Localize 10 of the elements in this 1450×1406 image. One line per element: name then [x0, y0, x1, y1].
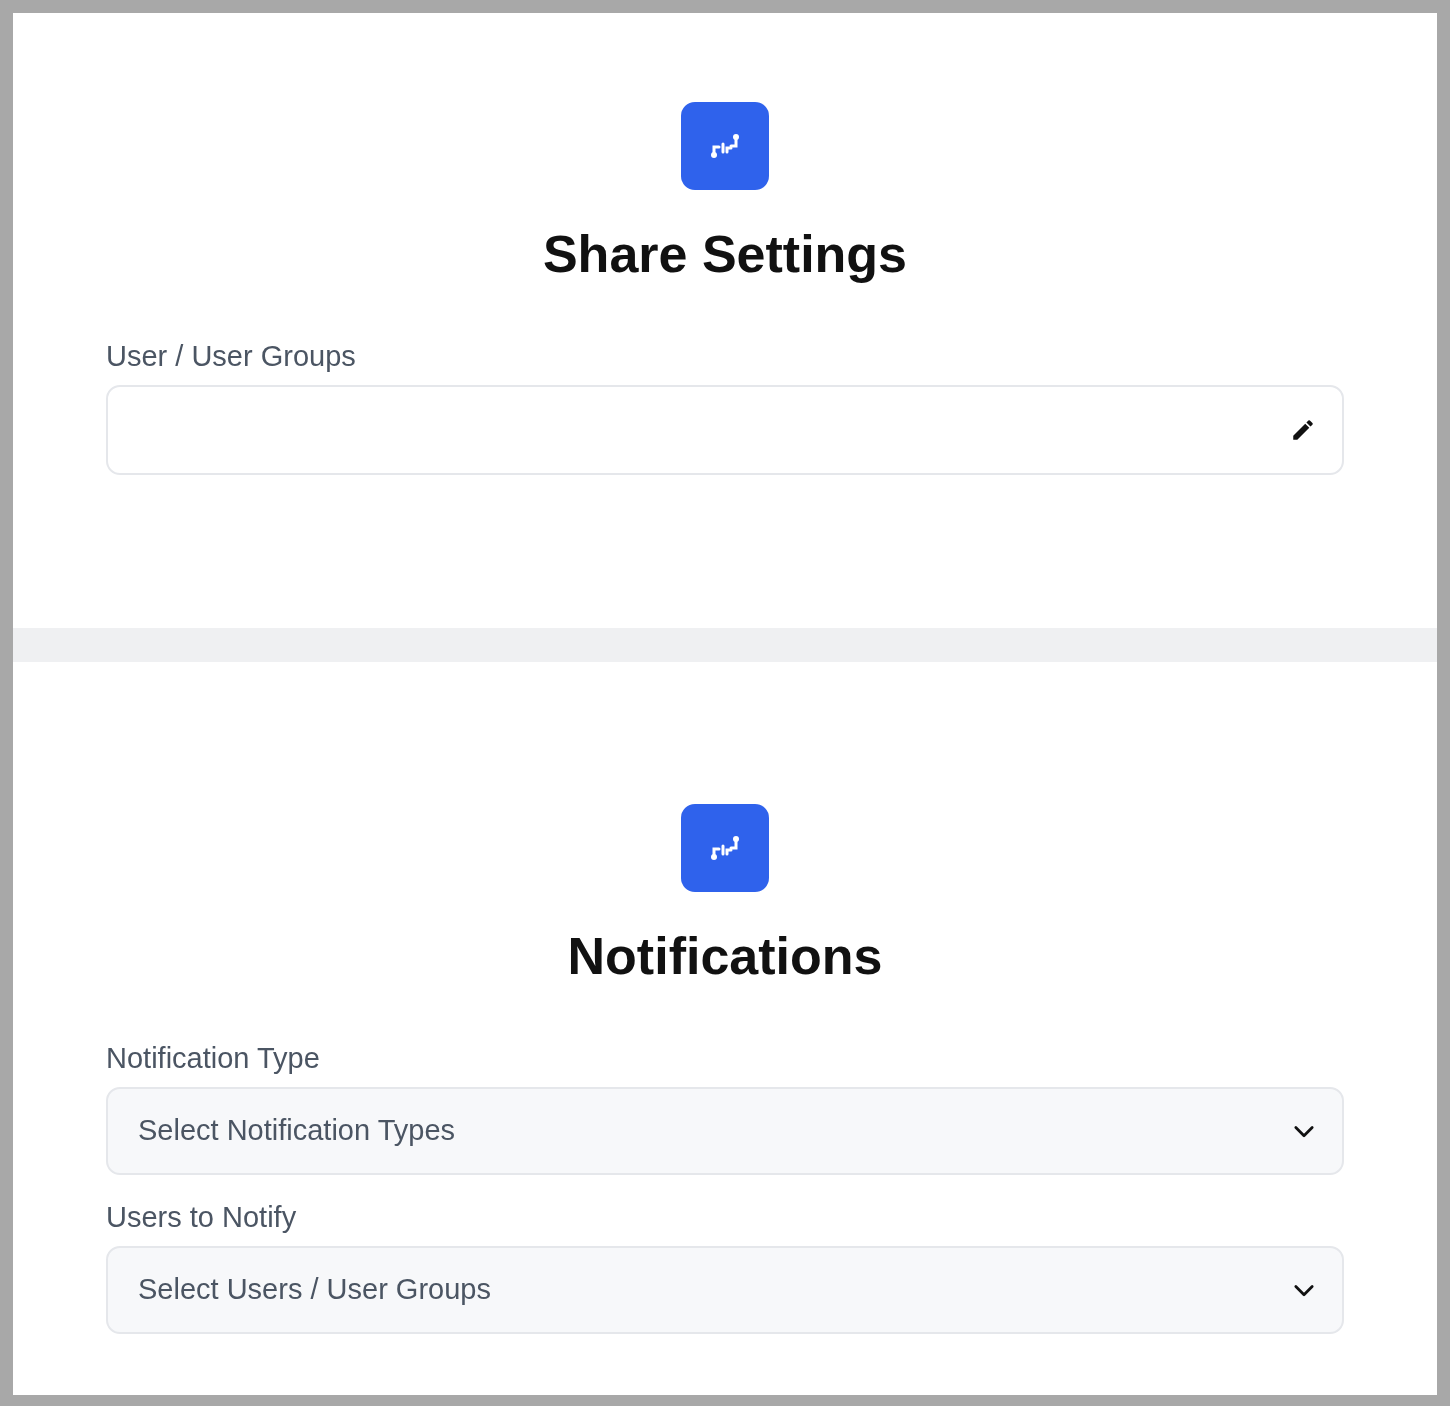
section-title: Notifications [567, 930, 883, 982]
route-icon [681, 804, 769, 892]
field-label: Notification Type [106, 1044, 321, 1073]
select-field[interactable]: Select Users / User Groups [106, 1246, 1344, 1334]
select-field[interactable]: Select Notification Types [106, 1087, 1344, 1175]
field-label: Users to Notify [106, 1203, 298, 1232]
route-icon [681, 102, 769, 190]
field-label: User / User Groups [106, 342, 357, 371]
pencil-icon[interactable] [1290, 417, 1316, 443]
users-field[interactable] [106, 385, 1344, 475]
